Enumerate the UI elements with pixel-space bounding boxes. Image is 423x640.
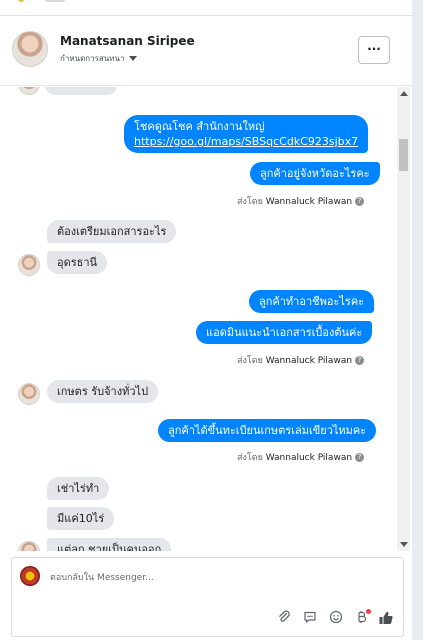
message-bubble: ลูกค้าอยู่จังหวัดอะไรคะ [250,162,380,185]
gif-icon[interactable] [301,610,319,628]
reply-input[interactable]: ตอบกลับใน Messenger... [50,570,154,584]
emoji-icon-glyph [329,610,343,624]
message-bubble: ลูกค้าทำอาชีพอะไรคะ [249,290,375,313]
message-bubble: มีแค่10ไร่ [47,507,115,530]
attachment-icon-glyph [279,610,290,622]
contact-avatar-small [18,541,40,551]
emoji-icon[interactable] [327,610,345,628]
sent-by-name[interactable]: Wannaluck Pilawan [266,356,352,366]
reply-composer[interactable]: ตอบกลับใน Messenger... [11,557,404,637]
message-bubble: แอดมินแนะนำเอกสารเบื้องต้นค่ะ [196,321,373,344]
sent-by-prefix: ส่งโดย [237,453,263,463]
contact-avatar-small [18,254,40,276]
info-icon[interactable]: ? [355,453,365,462]
gif-icon-glyph [304,611,316,623]
conversation-label[interactable]: กำหนดการสนทนา [60,52,137,65]
message-bubble: เกษตร รับจ้างทั่วไป [47,380,159,403]
message-thread: โชคดูณโชค สำนักงานใหญ่ https://goo.gl/ma… [0,87,412,551]
top-strip [0,0,412,16]
bitcoin-icon[interactable] [353,609,371,628]
info-icon[interactable]: ? [355,356,365,365]
sent-by-name[interactable]: Wannaluck Pilawan [266,453,352,463]
message-bubble: แต่ลูก ชายเป็นคนออก [47,538,172,551]
sent-by-label: ส่งโดย Wannaluck Pilawan? [237,450,365,464]
sent-by-prefix: ส่งโดย [237,197,263,207]
attachment-icon[interactable] [275,610,293,628]
contact-avatar-small [18,383,40,405]
contact-avatar[interactable] [12,31,48,67]
info-icon[interactable]: ? [355,197,365,206]
contact-name[interactable]: Manatsanan Siripee [60,34,195,48]
scroll-up-icon[interactable] [400,91,408,96]
contact-avatar-small [18,87,40,95]
composer-toolbar [275,609,395,628]
scrollbar-thumb[interactable] [399,139,408,171]
message-text: โชคดูณโชค สำนักงานใหญ่ [134,120,265,133]
message-bubble: โชคดูณโชค สำนักงานใหญ่ https://goo.gl/ma… [124,115,369,153]
page-logo [20,566,40,586]
chevron-down-icon [128,56,137,61]
message-bubble: เช่าไร่ทำ [47,477,110,500]
top-strip-icon [18,0,24,2]
sent-by-label: ส่งโดย Wannaluck Pilawan? [237,353,365,367]
message-bubble: ลูกค้าได้ขึ้นทะเบียนเกษตรเล่มเขียวไหมคะ [158,419,377,442]
like-icon[interactable] [377,610,395,628]
message-link[interactable]: https://goo.gl/maps/SBSqcCdkC923sjbx7 [134,135,358,148]
sent-by-prefix: ส่งโดย [237,356,263,366]
scroll-down-icon[interactable] [400,542,408,547]
message-bubble: อุดรธานี [47,251,108,274]
top-strip-chip [44,0,66,2]
more-options-button[interactable]: ··· [358,36,390,64]
like-icon-glyph [379,611,393,625]
sent-by-label: ส่งโดย Wannaluck Pilawan? [237,194,365,208]
message-bubble: ต้องเตรียมเอกสารอะไร [47,220,177,243]
conversation-label-text: กำหนดการสนทนา [60,54,125,63]
page-right-margin [412,0,423,640]
notification-dot [366,609,371,614]
conversation-panel: Manatsanan Siripee กำหนดการสนทนา ··· โชค… [0,16,412,640]
conversation-header: Manatsanan Siripee กำหนดการสนทนา ··· [0,16,412,86]
thread-scrollbar[interactable] [397,87,410,551]
message-bubble-cut [45,87,117,95]
sent-by-name[interactable]: Wannaluck Pilawan [266,197,352,207]
